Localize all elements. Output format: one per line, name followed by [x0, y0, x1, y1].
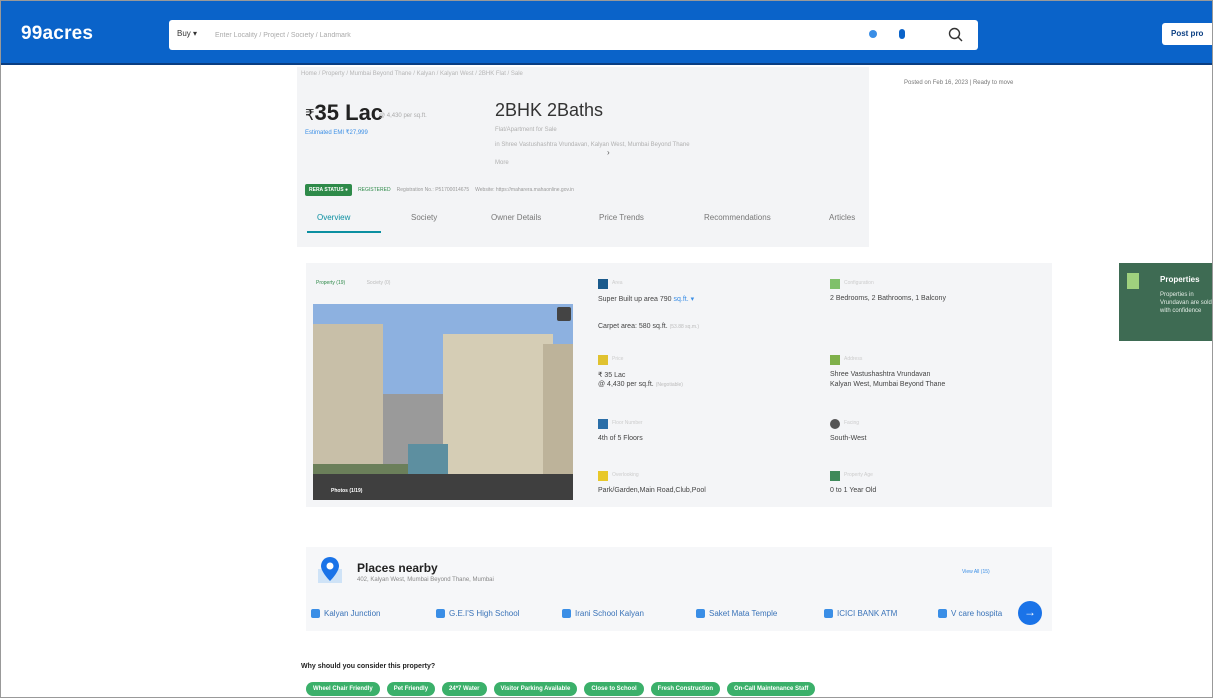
page: 99acres Buy ▾ Post pro ₹35 Lac @ 4,430 p… [0, 0, 1213, 698]
feature-facing: Facing South-West [830, 419, 867, 442]
feature-property-age: Property Age 0 to 1 Year Old [830, 471, 877, 494]
window-icon [598, 471, 608, 481]
place-item[interactable]: Saket Mata Temple [696, 609, 777, 618]
places-nearby: Places nearby 402, Kalyan West, Mumbai B… [306, 547, 1052, 631]
property-details: Property (19) Society (0) Photos (1/19) … [306, 263, 1052, 507]
properties-promo-card[interactable]: Properties Properties in Vrundavan are s… [1119, 263, 1212, 341]
hospital-icon [938, 609, 947, 618]
feature-configuration: Configuration 2 Bedrooms, 2 Bathrooms, 1… [830, 279, 946, 302]
map-pin-icon [318, 557, 342, 583]
place-item[interactable]: V care hospita [938, 609, 1002, 618]
feature-chips: Wheel Chair Friendly Pet Friendly 24*7 W… [306, 682, 816, 696]
feature-overlooking: Overlooking Park/Garden,Main Road,Club,P… [598, 471, 706, 494]
property-address: in Shree Vastushashtra Vrundavan, Kalyan… [495, 142, 690, 148]
rera-registered: REGISTERED [358, 187, 391, 193]
feature-address: Address Shree Vastushashtra Vrundavan Ka… [830, 355, 946, 388]
tab-owner-details[interactable]: Owner Details [491, 213, 541, 222]
feature-chip[interactable]: Pet Friendly [386, 682, 436, 696]
feature-chip[interactable]: Wheel Chair Friendly [306, 682, 380, 696]
feature-price: Price ₹ 35 Lac @ 4,430 per sq.ft. (Negot… [598, 355, 683, 388]
places-subtitle: 402, Kalyan West, Mumbai Beyond Thane, M… [357, 577, 494, 583]
site-logo[interactable]: 99acres [21, 23, 93, 45]
rera-row: RERA STATUS ● REGISTERED Registration No… [305, 184, 574, 196]
more-link[interactable]: More [495, 160, 509, 166]
feature-chip[interactable]: Visitor Parking Available [493, 682, 578, 696]
mic-icon[interactable] [899, 29, 905, 39]
property-summary: ₹35 Lac @ 4,430 per sq.ft. Estimated EMI… [297, 67, 869, 247]
bookmark-icon [1127, 273, 1139, 289]
tab-society-photos[interactable]: Society (0) [367, 280, 391, 286]
train-icon [311, 609, 320, 618]
breadcrumb[interactable]: Home / Property / Mumbai Beyond Thane / … [301, 71, 523, 77]
post-property-button[interactable]: Post pro [1162, 23, 1212, 45]
atm-icon [824, 609, 833, 618]
feature-chip[interactable]: On-Call Maintenance Staff [727, 682, 816, 696]
emi-link[interactable]: Estimated EMI ₹27,999 [305, 129, 368, 136]
price-per-sqft: @ 4,430 per sq.ft. [379, 113, 427, 119]
posted-info: Posted on Feb 16, 2023 | Ready to move [904, 80, 1014, 86]
search-bar: Buy ▾ [169, 20, 978, 50]
place-item[interactable]: G.E.I'S High School [436, 609, 519, 618]
area-icon [598, 279, 608, 289]
tab-articles[interactable]: Articles [829, 213, 855, 222]
view-all-link[interactable]: View All (15) [962, 569, 990, 575]
media-tabs: Property (19) Society (0) [316, 280, 390, 286]
price: ₹35 Lac [305, 100, 384, 125]
place-item[interactable]: ICICI BANK ATM [824, 609, 897, 618]
search-input[interactable] [215, 26, 855, 44]
property-title: 2BHK 2Baths [495, 100, 604, 120]
feature-area: Area Super Built up area 790 sq.ft. ▾ Ca… [598, 279, 700, 330]
tab-overview[interactable]: Overview [317, 213, 350, 222]
place-item[interactable]: Irani School Kalyan [562, 609, 644, 618]
school-icon [562, 609, 571, 618]
bed-icon [830, 279, 840, 289]
rera-status-badge[interactable]: RERA STATUS ● [305, 184, 353, 196]
location-icon[interactable] [869, 30, 877, 38]
property-photo[interactable]: Photos (1/19) [313, 304, 573, 500]
tab-recommendations[interactable]: Recommendations [704, 213, 771, 222]
property-type: Flat/Apartment for Sale [495, 127, 557, 133]
building-icon [830, 355, 840, 365]
calendar-icon [830, 471, 840, 481]
floor-icon [598, 419, 608, 429]
top-nav-bar: 99acres Buy ▾ Post pro [1, 1, 1212, 65]
unit-dropdown[interactable]: sq.ft. ▾ [674, 296, 695, 303]
tab-property-photos[interactable]: Property (19) [316, 280, 345, 286]
feature-chip[interactable]: 24*7 Water [442, 682, 487, 696]
school-icon [436, 609, 445, 618]
compass-icon [830, 419, 840, 429]
tab-society[interactable]: Society [411, 213, 437, 222]
active-tab-indicator [307, 231, 381, 233]
building-image [313, 304, 573, 500]
tabs-scroll-arrow[interactable]: › [607, 148, 610, 157]
buy-dropdown[interactable]: Buy ▾ [177, 29, 197, 38]
rera-website[interactable]: Website: https://maharera.mahaonline.gov… [475, 187, 574, 193]
why-consider-title: Why should you consider this property? [301, 663, 436, 670]
section-tabs: Overview Society Owner Details Price Tre… [297, 207, 869, 235]
rupee-icon [598, 355, 608, 365]
feature-chip[interactable]: Close to School [584, 682, 644, 696]
feature-chip[interactable]: Fresh Construction [650, 682, 720, 696]
photos-counter[interactable]: Photos (1/19) [331, 488, 362, 494]
feature-floor: Floor Number 4th of 5 Floors [598, 419, 643, 442]
places-title: Places nearby [357, 561, 438, 575]
places-next-button[interactable]: → [1018, 601, 1042, 625]
place-item[interactable]: Kalyan Junction [311, 609, 380, 618]
tab-price-trends[interactable]: Price Trends [599, 213, 644, 222]
location-icon [696, 609, 705, 618]
search-icon[interactable] [947, 26, 965, 44]
zoom-icon[interactable] [557, 307, 571, 321]
rera-reg-no: Registration No.: P51700014675 [396, 187, 470, 193]
